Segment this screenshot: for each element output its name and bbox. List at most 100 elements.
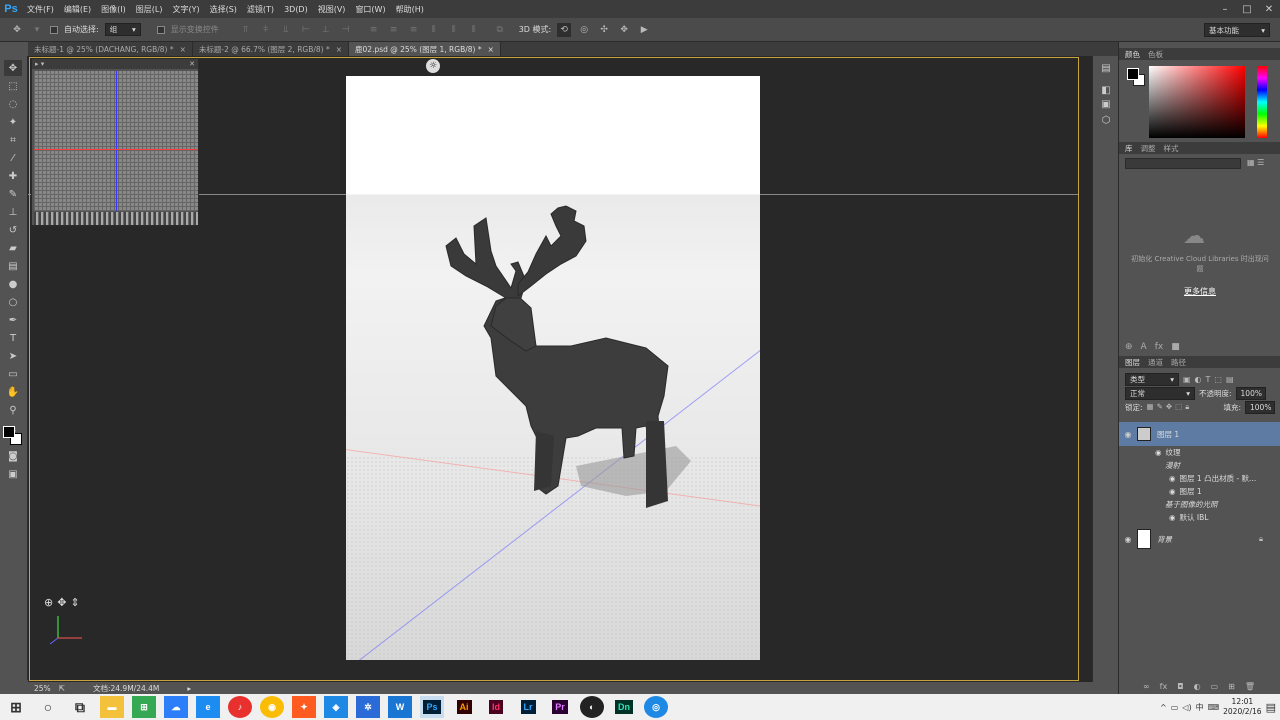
app-icon[interactable]: W (388, 696, 412, 718)
show-transform-checkbox[interactable] (156, 25, 165, 34)
layer-sub-row[interactable]: 基于图像的光照 (1119, 498, 1280, 511)
healing-brush-icon[interactable]: ✚ (4, 168, 22, 184)
align-bottom-icon[interactable]: ⫫ (279, 23, 293, 37)
align-right-icon[interactable]: ⊣ (339, 23, 353, 37)
clone-stamp-icon[interactable]: ⊥ (4, 204, 22, 220)
3d-axis-widget[interactable] (48, 614, 88, 646)
layer-sub-row[interactable]: ◉ 图层 1 (1119, 485, 1280, 498)
move-tool-icon[interactable]: ✥ (10, 23, 24, 37)
align-hcenter-icon[interactable]: ⊥ (319, 23, 333, 37)
menu-image[interactable]: 图像(I) (96, 4, 131, 15)
tab-paths[interactable]: 路径 (1171, 357, 1186, 368)
netease-music-icon[interactable]: ♪ (228, 696, 252, 718)
link-layers-icon[interactable]: ∞ (1143, 682, 1150, 691)
close-icon[interactable]: × (180, 45, 186, 54)
app-icon[interactable]: ✦ (292, 696, 316, 718)
path-select-icon[interactable]: ➤ (4, 348, 22, 364)
zoom-level[interactable]: 25% (34, 684, 51, 693)
auto-align-icon[interactable]: ⧉ (493, 23, 507, 37)
close-icon[interactable]: × (336, 45, 342, 54)
lock-icons[interactable]: ▦✎✥⬚🔒︎ (1147, 402, 1193, 412)
zoom-tool-icon[interactable]: ⚲ (4, 402, 22, 418)
network-icon[interactable]: ▭ (1171, 703, 1179, 712)
fill-input[interactable]: 100% (1245, 400, 1275, 414)
blend-mode-dropdown[interactable]: 正常 ▾ (1125, 386, 1195, 400)
menu-view[interactable]: 视图(V) (313, 4, 351, 15)
rectangle-tool-icon[interactable]: ▭ (4, 366, 22, 382)
new-layer-icon[interactable]: ⊞ (1228, 682, 1235, 691)
pan-camera-icon[interactable]: ✥ (57, 596, 66, 609)
new-group-icon[interactable]: ▭ (1211, 682, 1219, 691)
app-icon[interactable]: ✲ (356, 696, 380, 718)
color-field[interactable] (1149, 66, 1245, 138)
adjustments-panel-icon[interactable]: ▣ (1097, 96, 1115, 112)
chevron-down-icon[interactable]: ▾ (30, 23, 44, 37)
menu-layer[interactable]: 图层(L) (131, 4, 168, 15)
3d-panel-icon[interactable]: ⬡ (1097, 112, 1115, 128)
orbit-camera-icon[interactable]: ⊕ (44, 596, 53, 609)
taskbar-lightroom[interactable]: Lr (516, 696, 540, 718)
quick-mask-icon[interactable]: ◙ (4, 448, 22, 464)
add-mask-icon[interactable]: ◘ (1177, 682, 1183, 691)
clock[interactable]: 12:01 2020/2/16 (1223, 697, 1261, 717)
notification-icon[interactable]: ▤ (1266, 701, 1276, 714)
3d-scale-icon[interactable]: ▶ (637, 23, 651, 37)
tab-libraries[interactable]: 库 (1125, 143, 1133, 154)
light-source-icon[interactable]: ☼ (426, 59, 440, 73)
app-icon[interactable]: ◎ (644, 696, 668, 718)
menu-edit[interactable]: 编辑(E) (59, 4, 96, 15)
magic-wand-icon[interactable]: ✦ (4, 114, 22, 130)
grid-view-icon[interactable]: ▦ ☰ (1247, 158, 1264, 167)
screen-mode-icon[interactable]: ▣ (4, 466, 22, 482)
3d-pan-icon[interactable]: ✣ (597, 23, 611, 37)
menu-help[interactable]: 帮助(H) (391, 4, 429, 15)
dodge-tool-icon[interactable]: ○ (4, 294, 22, 310)
history-panel-icon[interactable]: ▤ (1097, 60, 1115, 76)
add-graphic-icon[interactable]: ⊕ (1125, 342, 1133, 352)
eye-icon[interactable]: ◉ (1155, 448, 1162, 457)
brush-tool-icon[interactable]: ✎ (4, 186, 22, 202)
panel-collapse-icon[interactable]: ▸ ▾ (35, 60, 44, 68)
app-icon[interactable]: ◈ (324, 696, 348, 718)
taskbar-premiere[interactable]: Pr (548, 696, 572, 718)
tab-styles[interactable]: 样式 (1164, 143, 1179, 154)
task-view-icon[interactable]: ⧉ (68, 696, 92, 718)
taskbar-indesign[interactable]: Id (484, 696, 508, 718)
store-icon[interactable]: ⊞ (132, 696, 156, 718)
distribute-hcenter-icon[interactable]: ⦀ (447, 23, 461, 37)
layer-row[interactable]: ◉ 背景 🔒︎ (1119, 526, 1280, 552)
add-color-icon[interactable]: ■ (1171, 342, 1180, 352)
blur-tool-icon[interactable]: ● (4, 276, 22, 292)
distribute-left-icon[interactable]: ⦀ (427, 23, 441, 37)
add-text-icon[interactable]: A (1141, 342, 1147, 352)
chrome-icon[interactable]: ◉ (260, 696, 284, 718)
type-tool-icon[interactable]: T (4, 330, 22, 346)
menu-type[interactable]: 文字(Y) (167, 4, 204, 15)
tab-deer02[interactable]: 鹿02.psd @ 25% (图层 1, RGB/8) * × (349, 42, 501, 56)
layer-sub-row[interactable]: ◉ 图层 1 凸出材质 - 默... (1119, 472, 1280, 485)
gradient-tool-icon[interactable]: ▤ (4, 258, 22, 274)
more-info-link[interactable]: 更多信息 (1129, 286, 1271, 297)
align-top-icon[interactable]: ⫪ (239, 23, 253, 37)
adjustment-layer-icon[interactable]: ◐ (1194, 682, 1201, 691)
tab-color[interactable]: 颜色 (1125, 49, 1140, 60)
tab-channels[interactable]: 通道 (1148, 357, 1163, 368)
close-icon[interactable]: ✕ (189, 60, 195, 68)
export-icon[interactable]: ⇱ (59, 684, 65, 693)
auto-select-dropdown[interactable]: 组 ▾ (104, 23, 141, 36)
app-icon[interactable]: ◐ (580, 696, 604, 718)
taskbar-photoshop[interactable]: Ps (420, 696, 444, 718)
hand-tool-icon[interactable]: ✋ (4, 384, 22, 400)
dolly-camera-icon[interactable]: ⇕ (70, 596, 79, 609)
workspace-dropdown[interactable]: 基本功能 ▾ (1204, 23, 1270, 37)
layer-sub-row[interactable]: ◉ 默认 IBL (1119, 511, 1280, 524)
foreground-color-swatch[interactable] (3, 426, 15, 438)
tab-swatches[interactable]: 色板 (1148, 49, 1163, 60)
tab-layers[interactable]: 图层 (1125, 357, 1140, 368)
minimize-icon[interactable]: – (1214, 0, 1236, 18)
pen-tool-icon[interactable]: ✒ (4, 312, 22, 328)
eye-icon[interactable]: ◉ (1119, 535, 1137, 544)
maximize-icon[interactable]: □ (1236, 0, 1258, 18)
eye-icon[interactable]: ◉ (1169, 474, 1176, 483)
3d-orbit-icon[interactable]: ⟲ (557, 22, 572, 37)
